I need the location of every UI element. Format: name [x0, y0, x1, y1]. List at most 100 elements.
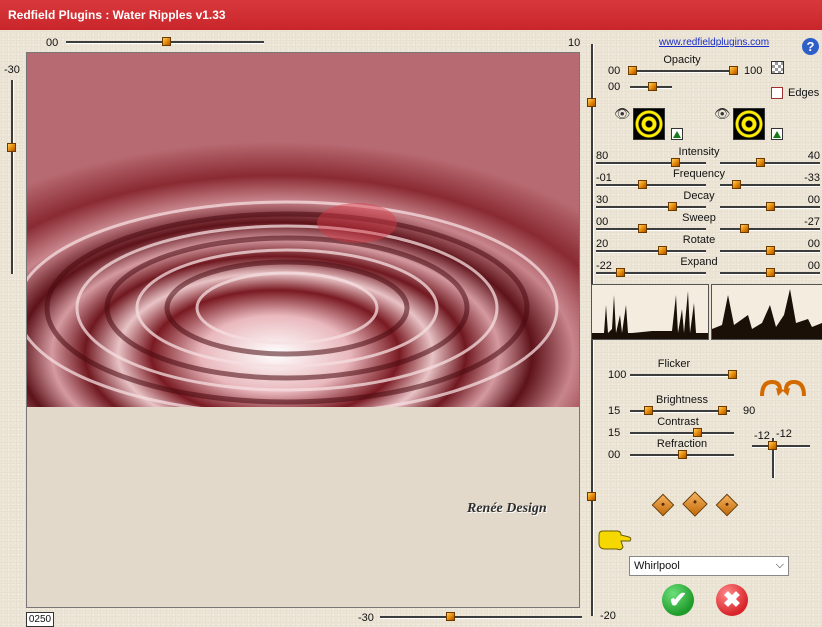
cancel-button[interactable]: ✖	[716, 584, 748, 616]
waveform-left-graph	[592, 291, 708, 339]
decay-left-value: 30	[596, 194, 609, 206]
intensity-left-value: 80	[596, 150, 609, 162]
sweep-right-slider-thumb[interactable]	[740, 224, 749, 233]
pattern-swatch-icon-2[interactable]	[733, 108, 765, 140]
light-position-h-track[interactable]	[752, 445, 810, 448]
refraction-slider-thumb[interactable]	[678, 450, 687, 459]
transparency-icon[interactable]	[771, 61, 784, 74]
frame-number-box: 0250	[26, 612, 54, 627]
help-icon[interactable]: ?	[802, 38, 819, 55]
sweep-left-value: 00	[596, 216, 609, 228]
intensity-left-slider-thumb[interactable]	[671, 158, 680, 167]
waveform-right-graph	[712, 289, 822, 339]
intensity-right-slider-track[interactable]	[720, 162, 820, 165]
dice-icon[interactable]	[651, 493, 675, 517]
flicker-value: 100	[608, 369, 627, 381]
refraction-title: Refraction	[656, 438, 708, 450]
left-slider-thumb[interactable]	[7, 143, 16, 152]
rotate-arrows-icon[interactable]	[758, 378, 808, 400]
preview-panel[interactable]: Renée Design	[26, 52, 580, 608]
eye-icon-2[interactable]: 👁	[714, 106, 731, 122]
dice-icon-2[interactable]	[682, 491, 708, 517]
opacity-slider-track[interactable]	[630, 70, 738, 73]
intensity-left-slider-track[interactable]	[596, 162, 706, 165]
sweep-right-slider-track[interactable]	[720, 228, 820, 231]
left-slider-track[interactable]	[11, 80, 14, 274]
contrast-slider-track[interactable]	[630, 432, 734, 435]
checkmark-icon: ✔	[668, 587, 688, 612]
decay-left-slider-thumb[interactable]	[668, 202, 677, 211]
decay-right-slider-thumb[interactable]	[766, 202, 775, 211]
rotate-left-slider-track[interactable]	[596, 250, 706, 253]
pattern-triangle-icon[interactable]	[671, 128, 683, 140]
right-vertical-slider-thumb-2[interactable]	[587, 492, 596, 501]
frequency-right-value: -33	[804, 172, 820, 184]
frequency-left-slider-thumb[interactable]	[638, 180, 647, 189]
waveform-right[interactable]	[711, 284, 822, 340]
rotate-label: Rotate	[682, 234, 716, 246]
brightness-slider-thumb-right[interactable]	[718, 406, 727, 415]
waveform-left[interactable]	[591, 284, 709, 340]
brightness-slider-thumb-left[interactable]	[644, 406, 653, 415]
frequency-left-slider-track[interactable]	[596, 184, 706, 187]
flicker-title: Flicker	[657, 358, 691, 370]
expand-left-slider-track[interactable]	[596, 272, 706, 275]
top-slider-max-label: 10	[568, 37, 581, 49]
website-link[interactable]: www.redfieldplugins.com	[659, 37, 769, 48]
ripple-rings	[27, 200, 559, 407]
sweep-left-slider-thumb[interactable]	[638, 224, 647, 233]
right-vertical-slider-thumb[interactable]	[587, 98, 596, 107]
sweep-label: Sweep	[682, 212, 716, 224]
eye-icon[interactable]: 👁	[614, 106, 631, 122]
preset-selected: Whirlpool	[634, 560, 680, 572]
expand-right-value: 00	[807, 260, 820, 272]
flicker-slider-track[interactable]	[630, 374, 736, 377]
watermark-text: Renée Design	[467, 501, 547, 516]
expand-left-slider-thumb[interactable]	[616, 268, 625, 277]
top-slider-min-label: 00	[46, 37, 59, 49]
expand-label: Expand	[680, 256, 718, 268]
ok-button[interactable]: ✔	[662, 584, 694, 616]
bottom-slider-thumb[interactable]	[446, 612, 455, 621]
bottom-slider-track[interactable]	[380, 616, 582, 619]
opacity-title: Opacity	[663, 54, 701, 66]
edges-label: Edges	[788, 87, 820, 99]
intensity-right-slider-thumb[interactable]	[756, 158, 765, 167]
preview-image	[27, 53, 579, 407]
contrast-value: 15	[608, 427, 621, 439]
pointing-hand-icon	[597, 527, 633, 553]
rotate-right-slider-thumb[interactable]	[766, 246, 775, 255]
contrast-title: Contrast	[657, 416, 699, 428]
rotate-right-value: 00	[807, 238, 820, 250]
preset-dropdown[interactable]: Whirlpool ⌵	[629, 556, 789, 576]
sweep-right-value: -27	[804, 216, 820, 228]
sweep-left-slider-track[interactable]	[596, 228, 706, 231]
dice-icon-3[interactable]	[715, 493, 739, 517]
refraction-value: 00	[608, 449, 621, 461]
top-slider-thumb[interactable]	[162, 37, 171, 46]
bottom-slider-label: -30	[358, 612, 374, 624]
decay-label: Decay	[683, 190, 715, 202]
opacity-left-label: 00	[608, 65, 621, 77]
decay-left-slider-track[interactable]	[596, 206, 706, 209]
chevron-down-icon: ⌵	[775, 559, 784, 571]
opacity-right-label: 100	[744, 65, 763, 77]
title-bar: Redfield Plugins : Water Ripples v1.33	[0, 0, 822, 30]
expand-right-slider-thumb[interactable]	[766, 268, 775, 277]
bottom-right-label: -20	[600, 610, 616, 622]
opacity-second-thumb[interactable]	[648, 82, 657, 91]
opacity-slider-thumb-right[interactable]	[729, 66, 738, 75]
edges-checkbox[interactable]	[771, 87, 783, 99]
contrast-slider-thumb[interactable]	[693, 428, 702, 437]
rotate-left-slider-thumb[interactable]	[658, 246, 667, 255]
watermark: Renée Design	[467, 493, 567, 523]
light-y-value: -12	[776, 428, 792, 440]
cross-icon: ✖	[722, 587, 742, 612]
intensity-label: Intensity	[678, 146, 720, 158]
opacity-slider-thumb-left[interactable]	[628, 66, 637, 75]
pattern-swatch-icon[interactable]	[633, 108, 665, 140]
pattern-triangle-icon-2[interactable]	[771, 128, 783, 140]
frequency-right-slider-thumb[interactable]	[732, 180, 741, 189]
light-position-thumb[interactable]	[768, 441, 777, 450]
flicker-slider-thumb[interactable]	[728, 370, 737, 379]
